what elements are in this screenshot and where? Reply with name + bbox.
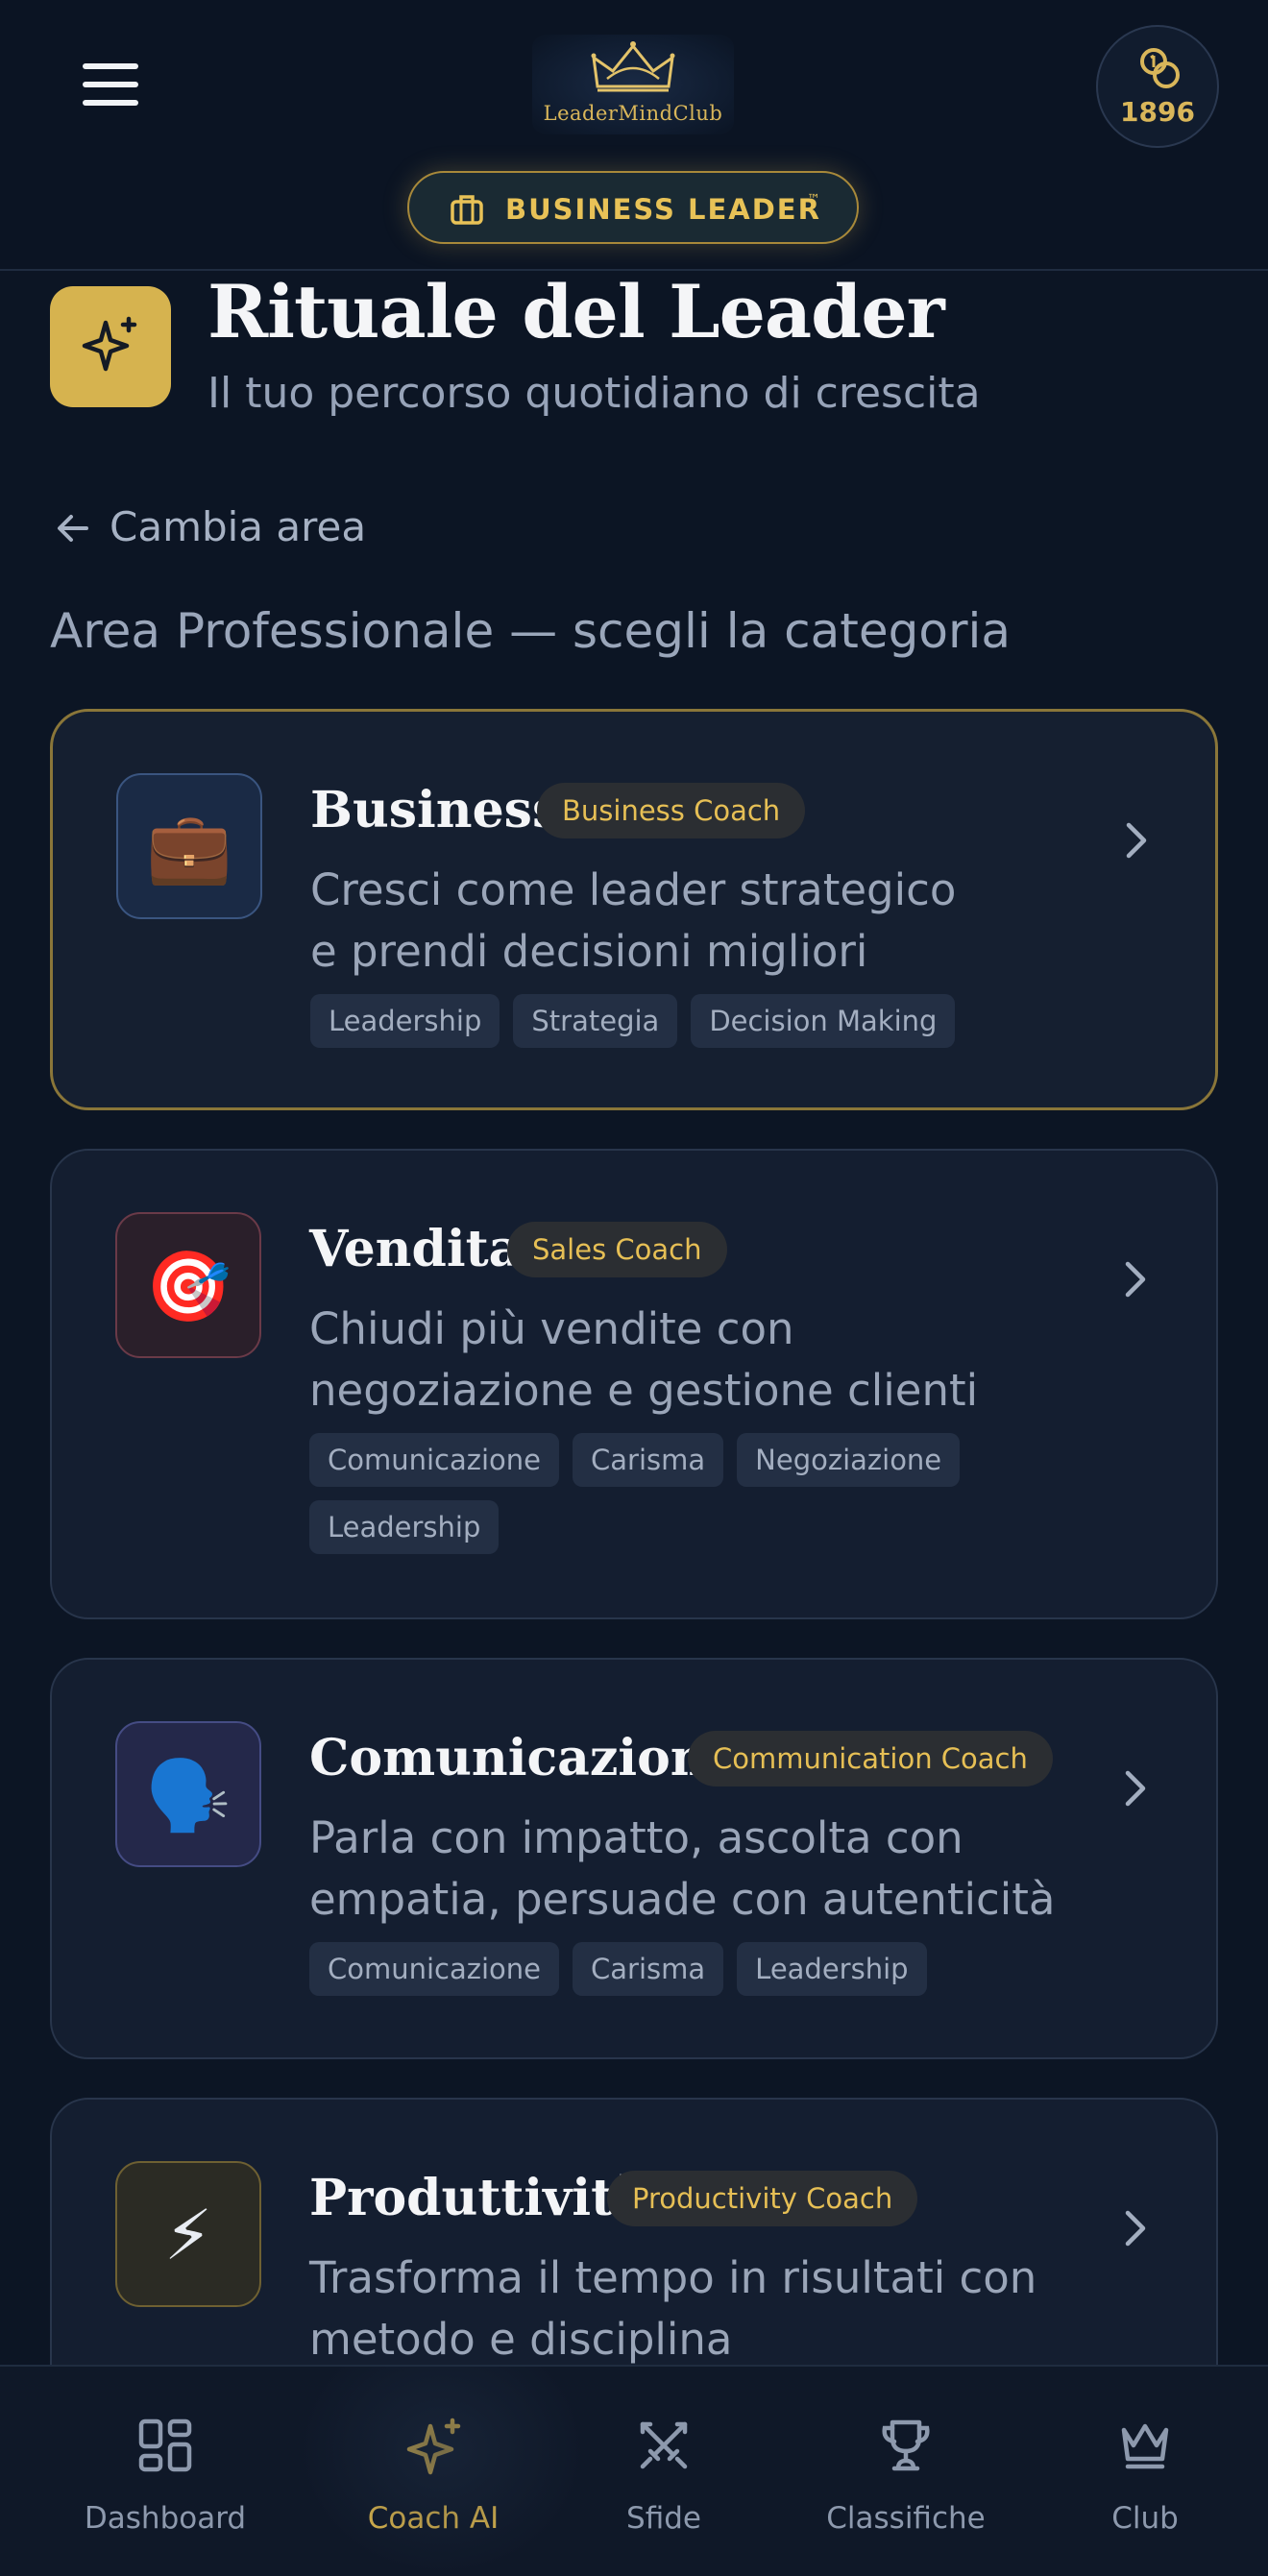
nav-label: Coach AI bbox=[367, 2501, 500, 2536]
chevron-right-icon bbox=[1125, 1770, 1146, 1807]
category-title: Business bbox=[310, 781, 561, 839]
target-icon: 🎯 bbox=[115, 1212, 261, 1358]
ritual-sparkles-badge bbox=[50, 286, 171, 407]
app-logo[interactable]: LeaderMindClub bbox=[532, 35, 734, 134]
category-card-business[interactable]: 💼 Business Business Coach Cresci come le… bbox=[50, 709, 1218, 1110]
tag: Comunicazione bbox=[309, 1433, 560, 1487]
logo-wordmark: LeaderMindClub bbox=[543, 102, 723, 125]
tag: Leadership bbox=[310, 994, 500, 1048]
nav-dashboard[interactable]: Dashboard bbox=[60, 2367, 271, 2576]
briefcase-icon: 💼 bbox=[116, 773, 262, 919]
coach-badge: Sales Coach bbox=[507, 1222, 727, 1277]
category-card-comunicazione[interactable]: 🗣️ Comunicazione Communication Coach Par… bbox=[50, 1658, 1218, 2059]
chevron-right-icon bbox=[1125, 2210, 1146, 2247]
arrow-left-icon bbox=[58, 515, 88, 542]
section-label: Area Professionale — scegli la categoria bbox=[50, 603, 1012, 659]
speaking-head-icon: 🗣️ bbox=[115, 1721, 261, 1867]
nav-classifiche[interactable]: Classifiche bbox=[800, 2367, 1012, 2576]
crown-logo-icon bbox=[591, 41, 675, 92]
coins-balance-button[interactable]: 1896 bbox=[1096, 25, 1219, 148]
category-title: Produttività bbox=[309, 2169, 646, 2227]
crossed-swords-icon bbox=[640, 2421, 688, 2469]
sparkles-icon bbox=[82, 316, 137, 372]
nav-label: Sfide bbox=[626, 2501, 701, 2536]
category-title: Comunicazione bbox=[309, 1729, 739, 1787]
tag-list: Leadership Strategia Decision Making bbox=[310, 994, 1060, 1048]
tag: Leadership bbox=[737, 1942, 927, 1996]
hamburger-menu-icon[interactable] bbox=[83, 61, 140, 108]
nav-label: Club bbox=[1111, 2501, 1179, 2536]
tag: Comunicazione bbox=[309, 1942, 560, 1996]
tag: Carisma bbox=[573, 1942, 724, 1996]
category-description: Chiudi più vendite con negoziazione e ge… bbox=[309, 1303, 979, 1416]
change-area-label: Cambia area bbox=[110, 503, 367, 550]
tag-list: Comunicazione Carisma Leadership bbox=[309, 1942, 1059, 1996]
trademark-mark: ™ bbox=[807, 192, 820, 207]
coin-count: 1896 bbox=[1120, 96, 1195, 128]
page-title: Rituale del Leader bbox=[207, 269, 945, 354]
nav-label: Dashboard bbox=[84, 2501, 247, 2536]
lightning-icon: ⚡ bbox=[115, 2161, 261, 2307]
tag: Leadership bbox=[309, 1500, 500, 1554]
top-bar: LeaderMindClub 1896 BUSINESS LEADER ™ bbox=[0, 0, 1268, 271]
category-card-vendita[interactable]: 🎯 Vendita Sales Coach Chiudi più vendite… bbox=[50, 1149, 1218, 1619]
category-description: Trasforma il tempo in risultati con meto… bbox=[309, 2252, 1037, 2365]
bottom-navigation: Dashboard Coach AI Sfide Classifiche Clu… bbox=[0, 2365, 1268, 2576]
trophy-icon bbox=[882, 2419, 930, 2471]
nav-coach-ai[interactable]: Coach AI bbox=[328, 2367, 539, 2576]
status-label: BUSINESS LEADER bbox=[505, 193, 821, 226]
tag: Decision Making bbox=[691, 994, 956, 1048]
status-level-pill[interactable]: BUSINESS LEADER ™ bbox=[407, 171, 859, 244]
chevron-right-icon bbox=[1126, 822, 1147, 859]
tag: Carisma bbox=[573, 1433, 724, 1487]
tag: Negoziazione bbox=[737, 1433, 961, 1487]
coins-icon bbox=[1140, 48, 1180, 88]
coach-badge: Communication Coach bbox=[688, 1731, 1053, 1786]
category-description: Cresci come leader strategico e prendi d… bbox=[310, 864, 957, 977]
crown-icon bbox=[1121, 2423, 1169, 2469]
sparkles-icon bbox=[406, 2418, 461, 2475]
category-title: Vendita bbox=[309, 1220, 522, 1278]
coach-badge: Business Coach bbox=[537, 783, 806, 838]
category-description: Parla con impatto, ascolta con empatia, … bbox=[309, 1812, 1056, 1925]
dashboard-grid-icon bbox=[138, 2418, 192, 2472]
tag: Strategia bbox=[513, 994, 678, 1048]
coach-badge: Productivity Coach bbox=[607, 2171, 918, 2226]
tag-list: Comunicazione Carisma Negoziazione Leade… bbox=[309, 1433, 1059, 1554]
nav-label: Classifiche bbox=[826, 2501, 986, 2536]
nav-club[interactable]: Club bbox=[1039, 2367, 1251, 2576]
chevron-right-icon bbox=[1125, 1261, 1146, 1298]
briefcase-icon bbox=[451, 195, 483, 225]
nav-sfide[interactable]: Sfide bbox=[558, 2367, 769, 2576]
page-subtitle: Il tuo percorso quotidiano di crescita bbox=[207, 369, 981, 418]
